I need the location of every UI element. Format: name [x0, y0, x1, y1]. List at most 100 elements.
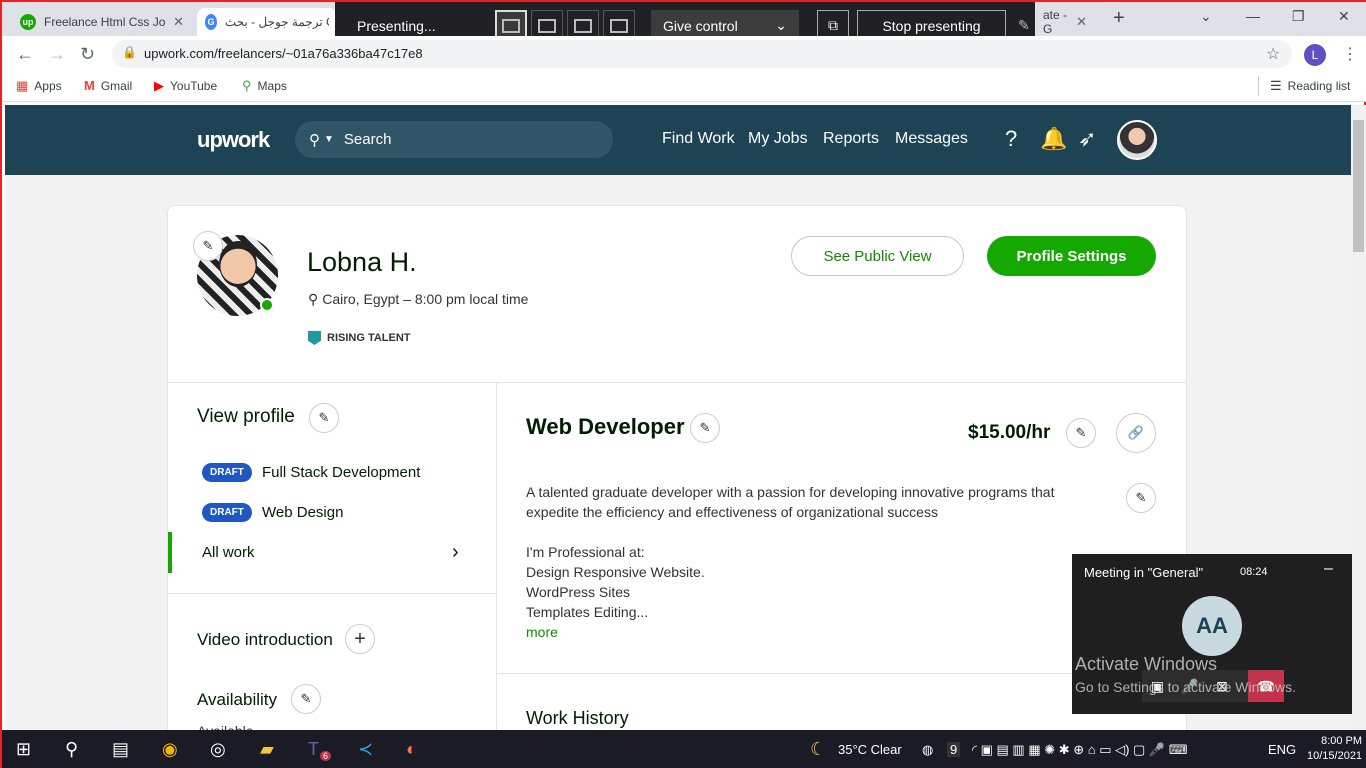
minimize-window-icon[interactable]: —: [1246, 8, 1260, 24]
menu-icon[interactable]: ⋮: [1342, 44, 1358, 64]
participant-avatar: AA: [1182, 596, 1242, 656]
task-view-icon[interactable]: ▤: [112, 739, 129, 760]
url-text[interactable]: upwork.com/freelancers/~01a76a336ba47c17…: [144, 46, 423, 61]
chevron-right-icon[interactable]: ›: [452, 541, 459, 564]
column-divider: [496, 383, 497, 733]
location-text: Cairo, Egypt – 8:00 pm local time: [322, 291, 529, 307]
search-input[interactable]: ⚲ ▼ Search: [295, 121, 613, 158]
availability-value: Available: [197, 723, 254, 730]
add-video-icon[interactable]: +: [345, 624, 375, 654]
edit-view-profile-icon[interactable]: ✎: [309, 403, 339, 433]
close-tab-icon[interactable]: ✕: [1076, 14, 1087, 30]
chrome-icon[interactable]: ◉: [162, 739, 178, 760]
description-line: I'm Professional at:: [526, 544, 645, 560]
language-indicator[interactable]: ENG: [1268, 742, 1296, 757]
tray-app-icon[interactable]: ◍: [922, 742, 933, 758]
back-icon[interactable]: ←: [16, 44, 34, 65]
upwork-logo[interactable]: upwork: [197, 127, 270, 153]
bookmark-apps[interactable]: ▦ Apps: [16, 78, 62, 94]
minimize-meeting-icon[interactable]: –: [1324, 560, 1333, 578]
all-work-link[interactable]: All work: [202, 544, 255, 561]
profile-avatar[interactable]: L: [1304, 44, 1326, 66]
search-icon: ⚲: [309, 131, 320, 149]
nav-find-work[interactable]: Find Work: [662, 130, 735, 148]
reading-list-button[interactable]: ☰ Reading list: [1270, 78, 1350, 94]
profile-settings-button[interactable]: Profile Settings: [987, 236, 1156, 276]
edit-availability-icon[interactable]: ✎: [291, 684, 321, 714]
nav-messages[interactable]: Messages: [895, 130, 968, 148]
forward-icon[interactable]: →: [48, 44, 66, 65]
reload-icon[interactable]: ↻: [80, 44, 95, 65]
taskbar-clock[interactable]: 8:00 PM 10/15/2021: [1307, 734, 1362, 764]
activate-windows-watermark: Activate Windows: [1075, 654, 1218, 674]
help-icon[interactable]: ?: [1005, 126, 1017, 152]
restore-window-icon[interactable]: ❐: [1292, 8, 1305, 25]
badge-label: RISING TALENT: [327, 332, 411, 344]
pin-icon[interactable]: ✎: [1018, 17, 1030, 34]
search-placeholder: Search: [343, 131, 392, 148]
description-line: expedite the efficiency and effectivenes…: [526, 504, 938, 520]
description-line: A talented graduate developer with a pas…: [526, 484, 1055, 500]
upwork-favicon-icon: up: [20, 14, 36, 30]
copy-link-icon[interactable]: 🔗: [1116, 413, 1156, 453]
all-work-active-indicator: [168, 532, 172, 573]
bookmark-label: YouTube: [170, 79, 218, 93]
activate-windows-hint: Go to Settings to activate Windows.: [1075, 679, 1296, 695]
search-icon[interactable]: ⚲: [65, 739, 78, 760]
tab-google-translate[interactable]: G ترجمة جوجل - بحث Google: [197, 8, 337, 36]
tab-upwork[interactable]: up Freelance Html Css Jo ✕: [12, 8, 192, 36]
location-pin-icon: ⚲: [308, 291, 319, 307]
teams-icon[interactable]: T: [308, 739, 319, 760]
bookmark-star-icon[interactable]: ☆: [1266, 44, 1280, 64]
edit-photo-icon[interactable]: ✎: [193, 231, 223, 261]
edit-title-icon[interactable]: ✎: [690, 413, 720, 443]
bookmark-youtube[interactable]: ▶ YouTube: [154, 78, 217, 94]
maps-pin-icon: ⚲: [242, 78, 252, 93]
specialty-web-design[interactable]: Web Design: [262, 504, 343, 521]
tray-count[interactable]: 9: [947, 742, 961, 757]
meeting-timer: 08:24: [1240, 566, 1268, 578]
draft-badge: DRAFT: [202, 463, 252, 482]
work-history-heading: Work History: [526, 708, 629, 728]
edit-rate-icon[interactable]: ✎: [1066, 418, 1096, 448]
reading-list-label: Reading list: [1287, 79, 1351, 93]
file-explorer-icon[interactable]: ▰: [260, 739, 274, 760]
bookmark-label: Apps: [34, 79, 62, 93]
description-line: WordPress Sites: [526, 584, 630, 600]
tab-label: ate - G: [1043, 8, 1068, 36]
firefox-icon[interactable]: ◐: [406, 739, 417, 760]
see-public-view-button[interactable]: See Public View: [791, 236, 964, 276]
draft-badge: DRAFT: [202, 503, 252, 522]
tab-google[interactable]: ate - G ✕: [1035, 8, 1095, 36]
clock-time: 8:00 PM: [1321, 735, 1363, 747]
notification-bell-icon[interactable]: 🔔: [1040, 126, 1067, 152]
give-control-label: Give control: [663, 17, 738, 34]
bookmark-label: Maps: [257, 79, 287, 93]
tray-icons[interactable]: ◜ ▣ ▤ ▥ ▦ ✺ ✱ ⊕ ⌂ ▭ ◁) ▢ 🎤 ⌨: [972, 742, 1188, 758]
bookmark-gmail[interactable]: M Gmail: [84, 78, 132, 93]
close-tab-icon[interactable]: ✕: [173, 14, 184, 30]
vscode-icon[interactable]: ≺: [358, 739, 373, 760]
weather-text[interactable]: 35°C Clear: [838, 742, 902, 757]
direct-contracts-icon[interactable]: ➶: [1078, 126, 1096, 152]
search-type-chevron-icon[interactable]: ▼: [324, 134, 334, 145]
nav-my-jobs[interactable]: My Jobs: [748, 130, 808, 148]
profile-location: ⚲ Cairo, Egypt – 8:00 pm local time: [308, 291, 528, 308]
windows-start-icon[interactable]: ⊞: [16, 739, 31, 760]
teams-badge: 6: [320, 751, 332, 761]
user-avatar[interactable]: [1117, 120, 1157, 160]
video-intro-heading: Video introduction: [197, 630, 333, 649]
chevron-down-icon: ⌄: [775, 17, 787, 33]
specialty-full-stack[interactable]: Full Stack Development: [262, 464, 420, 481]
close-window-icon[interactable]: ✕: [1338, 8, 1350, 25]
edit-description-icon[interactable]: ✎: [1126, 483, 1156, 513]
new-tab-button[interactable]: +: [1113, 7, 1125, 30]
nav-reports[interactable]: Reports: [823, 130, 879, 148]
more-link[interactable]: more: [526, 624, 558, 640]
moon-weather-icon: ☾: [810, 739, 827, 759]
scrollbar-thumb[interactable]: [1353, 120, 1364, 252]
lock-icon: 🔒: [122, 45, 137, 59]
obs-icon[interactable]: ◎: [210, 739, 226, 760]
bookmark-maps[interactable]: ⚲ Maps: [242, 78, 287, 94]
tab-search-chevron-icon[interactable]: ⌄: [1200, 8, 1212, 25]
